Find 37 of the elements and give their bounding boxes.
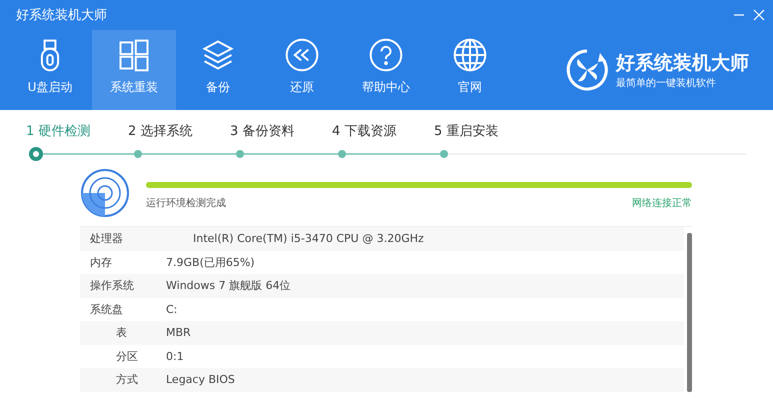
info-value: Legacy BIOS [166, 373, 235, 386]
info-label: 分区 [115, 348, 139, 364]
info-label: 操作系统 [89, 278, 135, 294]
info-value: Windows 7 旗舰版 64位 [166, 278, 291, 294]
scrollbar[interactable] [687, 233, 692, 392]
close-icon[interactable] [753, 9, 765, 21]
network-status: 网络连接正常 [632, 196, 692, 210]
window-title: 好系统装机大师 [16, 7, 107, 24]
info-value: 0:1 [166, 350, 184, 363]
help-icon [368, 37, 404, 73]
info-value: Intel(R) Core(TM) i5-3470 CPU @ 3.20GHz [193, 232, 424, 246]
nav-tab[interactable]: 系统重装 [92, 30, 176, 110]
step-label: 1 硬件检测 [26, 123, 92, 140]
logo-icon [564, 47, 610, 93]
info-label: 处理器 [89, 231, 124, 246]
nav-tab[interactable]: 官网 [428, 30, 512, 110]
info-value: C: [166, 302, 178, 316]
logo-name: 好系统装机大师 [616, 51, 749, 76]
info-label: 方式 [115, 372, 139, 388]
info-value: 7.9GB(已用65%) [166, 254, 255, 270]
step-label: 5 重启安装 [434, 123, 500, 140]
nav-tab[interactable]: 还原 [260, 30, 344, 110]
status-text: 运行环境检测完成 [146, 196, 226, 210]
step-label: 3 备份资料 [230, 123, 296, 140]
info-label: 表 [115, 325, 128, 340]
info-label: 内存 [89, 254, 113, 270]
logo-slogan: 最简单的一键装机软件 [616, 76, 717, 90]
radar-icon [80, 168, 130, 218]
nav-tab[interactable]: 帮助中心 [344, 30, 428, 110]
info-label: 系统盘 [89, 302, 124, 317]
nav-tab[interactable]: U盘启动 [8, 30, 92, 110]
step-label: 2 选择系统 [128, 123, 194, 140]
rewind-icon [284, 37, 320, 73]
globe-icon [452, 37, 488, 73]
step-label: 4 下载资源 [332, 123, 398, 140]
info-value: MBR [166, 326, 191, 340]
nav-tab[interactable]: 备份 [176, 30, 260, 110]
